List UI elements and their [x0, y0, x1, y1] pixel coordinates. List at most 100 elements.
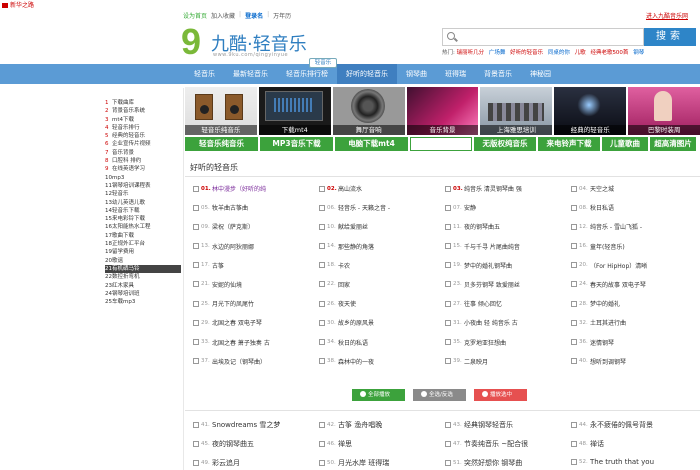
sidebar-item[interactable]: 12轻音乐 — [105, 190, 181, 198]
song-title[interactable]: 童年(轻音乐) — [590, 242, 625, 251]
song-item[interactable]: 24. 春天的故事 双电子琴 — [571, 280, 697, 289]
song-item[interactable]: 02. 高山流水 — [319, 184, 445, 193]
sidebar-item[interactable]: 2 背景音乐系统 — [105, 107, 181, 115]
song-checkbox[interactable] — [571, 204, 577, 211]
song-title[interactable]: 往事 倾心回忆 — [464, 299, 502, 308]
song-item[interactable]: 47. 节奏纯音乐 ~配合很 — [445, 439, 571, 449]
sidebar-item[interactable]: 22数控折弯机 — [105, 273, 181, 281]
song-item[interactable]: 41. Snowdreams 雪之梦 — [193, 420, 319, 430]
song-title[interactable]: 那些静的角落 — [338, 242, 374, 251]
song-checkbox[interactable] — [445, 319, 451, 326]
song-checkbox[interactable] — [193, 204, 199, 211]
song-checkbox[interactable] — [319, 243, 325, 250]
song-title[interactable]: 彩云追月 — [212, 458, 240, 468]
nav-item-good-music[interactable]: 好听的轻音乐 — [337, 64, 397, 84]
song-item[interactable]: 32. 土耳其进行曲 — [571, 318, 697, 327]
add-favorite-link[interactable]: 加入收藏 — [211, 11, 235, 21]
quick-link-light-music[interactable]: 轻音乐纯音乐 — [185, 137, 258, 151]
song-item[interactable]: 10. 献给爱丽丝 — [319, 222, 445, 231]
quick-link-mt4[interactable]: 电脑下载mt4 — [335, 137, 408, 151]
search-button[interactable]: 搜索 — [644, 28, 696, 46]
nav-item-piano[interactable]: 钢琴曲 — [397, 64, 436, 84]
song-item[interactable]: 37. 出埃及记（钢琴曲） — [193, 357, 319, 366]
sidebar-item[interactable]: 3 mt4下载 — [105, 116, 181, 124]
banner-speakers[interactable]: 轻音乐纯音乐 — [185, 87, 257, 135]
nav-item-bandari[interactable]: 班得瑞 — [436, 64, 475, 84]
song-title[interactable]: 安静 — [464, 203, 476, 212]
song-title[interactable]: 纯音乐 - 雪山飞狐 - — [590, 222, 642, 231]
song-title[interactable]: 故乡的原风景 — [338, 318, 374, 327]
song-item[interactable]: 31. 小夜曲 轻 纯音乐 古 — [445, 318, 571, 327]
hot-word[interactable]: 儿歌 — [575, 50, 586, 56]
song-checkbox[interactable] — [193, 358, 199, 365]
song-title[interactable]: 安妮的仙境 — [212, 280, 242, 289]
song-item[interactable]: 12. 纯音乐 - 雪山飞狐 - — [571, 222, 697, 231]
sidebar-item[interactable]: 5 经典的轻音乐 — [105, 132, 181, 140]
song-title[interactable]: 轻音乐 - 天籁之音 - — [338, 203, 390, 212]
song-item[interactable]: 30. 故乡的原风景 — [319, 318, 445, 327]
sidebar-item[interactable]: 9 在线英语学习 — [105, 165, 181, 173]
song-item[interactable]: 11. 夜的钢琴曲五 — [445, 222, 571, 231]
song-item[interactable]: 21. 安妮的仙境 — [193, 280, 319, 289]
song-title[interactable]: 水边的阿狄丽娜 — [212, 242, 254, 251]
song-title[interactable]: 卡农 — [338, 261, 350, 270]
song-title[interactable]: 经典钢琴轻音乐 — [464, 420, 513, 430]
banner-classic[interactable]: 经典的轻音乐 — [554, 87, 627, 135]
sidebar-item[interactable]: 16太阳能热水工程 — [105, 223, 181, 231]
song-item[interactable]: 26. 夜天使 — [319, 299, 445, 308]
quick-link-hd[interactable]: 超高清图片 — [650, 137, 696, 151]
song-checkbox[interactable] — [445, 460, 451, 467]
song-title[interactable]: 二泉映月 — [464, 357, 488, 366]
song-item[interactable]: 22. 回家 — [319, 280, 445, 289]
sidebar-item[interactable]: 8 口腔科 排约 — [105, 157, 181, 165]
hot-word[interactable]: 瑞丽听几分 — [457, 50, 485, 56]
hot-word[interactable]: 经典老歌500首 — [590, 50, 628, 56]
song-title[interactable]: 夜天使 — [338, 299, 356, 308]
song-title[interactable]: 牧羊曲古筝曲 — [212, 203, 248, 212]
song-item[interactable]: 09. 梁祝（萨克斯） — [193, 222, 319, 231]
sidebar-item-highlighted[interactable]: 21有机硒马铃 — [105, 264, 181, 274]
sidebar-item[interactable]: 20歌谣 — [105, 257, 181, 265]
song-item[interactable]: 49. 彩云追月 — [193, 458, 319, 468]
quick-link-ringtone[interactable]: 来电铃声下载 — [538, 137, 600, 151]
song-title[interactable]: 北国之春 双电子琴 — [212, 318, 262, 327]
sidebar-item[interactable]: 19留学费用 — [105, 248, 181, 256]
song-title[interactable]: 森林中的一夜 — [338, 357, 374, 366]
song-item[interactable]: 44. 永不疲倦的佩号背景 — [571, 420, 697, 430]
song-checkbox[interactable] — [193, 243, 199, 250]
song-checkbox[interactable] — [445, 300, 451, 307]
song-title[interactable]: 禅思 — [338, 439, 352, 449]
sidebar-item[interactable]: 6 企业宣传片视频 — [105, 140, 181, 148]
song-title[interactable]: 千与千寻 片尾曲纯音 — [464, 242, 520, 251]
song-checkbox[interactable] — [445, 358, 451, 365]
song-checkbox[interactable] — [571, 358, 577, 365]
song-checkbox[interactable] — [319, 281, 325, 288]
song-item[interactable]: 08. 秋日私语 — [571, 203, 697, 212]
play-selected-button[interactable]: 播放选中 — [474, 389, 527, 401]
song-item[interactable]: 25. 月光下的凤尾竹 — [193, 299, 319, 308]
song-item[interactable]: 29. 北国之春 双电子琴 — [193, 318, 319, 327]
song-checkbox[interactable] — [319, 358, 325, 365]
sidebar-item[interactable]: 17歌曲下载 — [105, 232, 181, 240]
song-checkbox[interactable] — [445, 441, 451, 448]
song-checkbox[interactable] — [319, 441, 325, 448]
song-checkbox[interactable] — [445, 223, 451, 230]
song-checkbox[interactable] — [319, 300, 325, 307]
song-checkbox[interactable] — [445, 339, 451, 345]
song-item[interactable]: 33. 北国之春 萧子独奏 古 — [193, 338, 319, 347]
song-title[interactable]: （For HipHop）清晰 — [590, 261, 647, 270]
song-title[interactable]: 永不疲倦的佩号背景 — [590, 420, 653, 430]
song-checkbox[interactable] — [571, 300, 577, 307]
song-checkbox[interactable] — [319, 460, 325, 467]
song-title[interactable]: 夜的钢琴曲五 — [464, 222, 500, 231]
banner-audio[interactable]: 舞厅音响 — [332, 87, 405, 135]
song-item[interactable]: 50. 月光水岸 班得瑞 — [319, 458, 445, 468]
song-checkbox[interactable] — [571, 262, 577, 269]
sidebar-item[interactable]: 23红木家具 — [105, 282, 181, 290]
song-checkbox[interactable] — [193, 441, 199, 448]
set-homepage-link[interactable]: 设为首页 — [183, 11, 207, 21]
song-title[interactable]: 梁祝（萨克斯） — [212, 222, 254, 231]
song-title[interactable]: 夜的钢琴曲五 — [212, 439, 254, 449]
song-item[interactable]: 04. 天空之城 — [571, 184, 697, 193]
login-link[interactable]: 登录名 — [245, 11, 263, 21]
